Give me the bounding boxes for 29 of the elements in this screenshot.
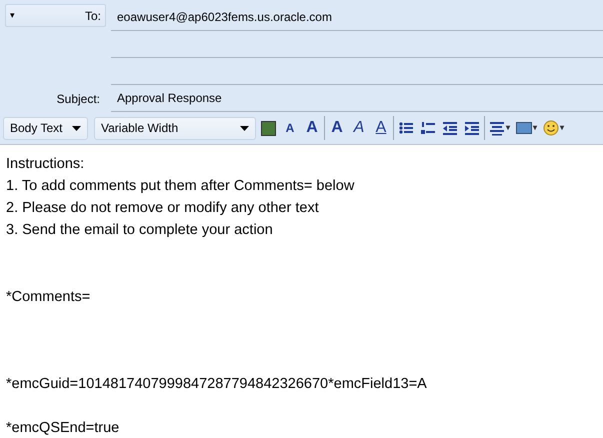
outdent-icon — [442, 120, 458, 136]
style-dropdown[interactable]: Body Text — [3, 116, 88, 140]
align-icon — [489, 120, 505, 136]
body-text-line: *emcQSEnd=true — [6, 419, 120, 438]
align-button[interactable]: ▾ — [487, 116, 512, 140]
subject-label: Subject: — [56, 90, 100, 108]
italic-button[interactable]: A — [349, 116, 369, 140]
dropdown-arrow-icon — [72, 126, 81, 130]
smiley-button[interactable]: ▾ — [541, 116, 566, 140]
style-dropdown[interactable]: Variable Width — [94, 116, 256, 140]
body-text-line: *Comments= — [6, 288, 92, 307]
body-text-line: 3. Send the email to complete your action — [6, 221, 274, 240]
shrink-font-button[interactable]: A — [280, 116, 300, 140]
indent-icon — [464, 120, 480, 136]
image-button[interactable]: ▾ — [514, 116, 539, 140]
smiley-icon — [543, 120, 559, 136]
body-text-line: Instructions: — [6, 155, 86, 174]
body-text-line: 1. To add comments put them after Comments= below — [6, 177, 356, 196]
dropdown-arrow-icon — [240, 126, 249, 130]
underline-button[interactable]: A — [371, 116, 391, 140]
grow-font-button[interactable]: A — [302, 116, 322, 140]
to-button[interactable]: ▾ To: — [5, 4, 106, 27]
numbered-list-icon — [420, 120, 436, 136]
body-text-line: 2. Please do not remove or modify any other text — [6, 199, 320, 218]
bold-button[interactable]: A — [327, 116, 347, 140]
to-field[interactable]: eoawuser4@ap6023fems.us.oracle.com — [111, 4, 603, 31]
body-text-line: *emcGuid=1014817407999847287794842326670*emcField13=A — [6, 375, 428, 394]
image-icon — [516, 120, 532, 136]
bulleted-list-icon — [398, 120, 414, 136]
